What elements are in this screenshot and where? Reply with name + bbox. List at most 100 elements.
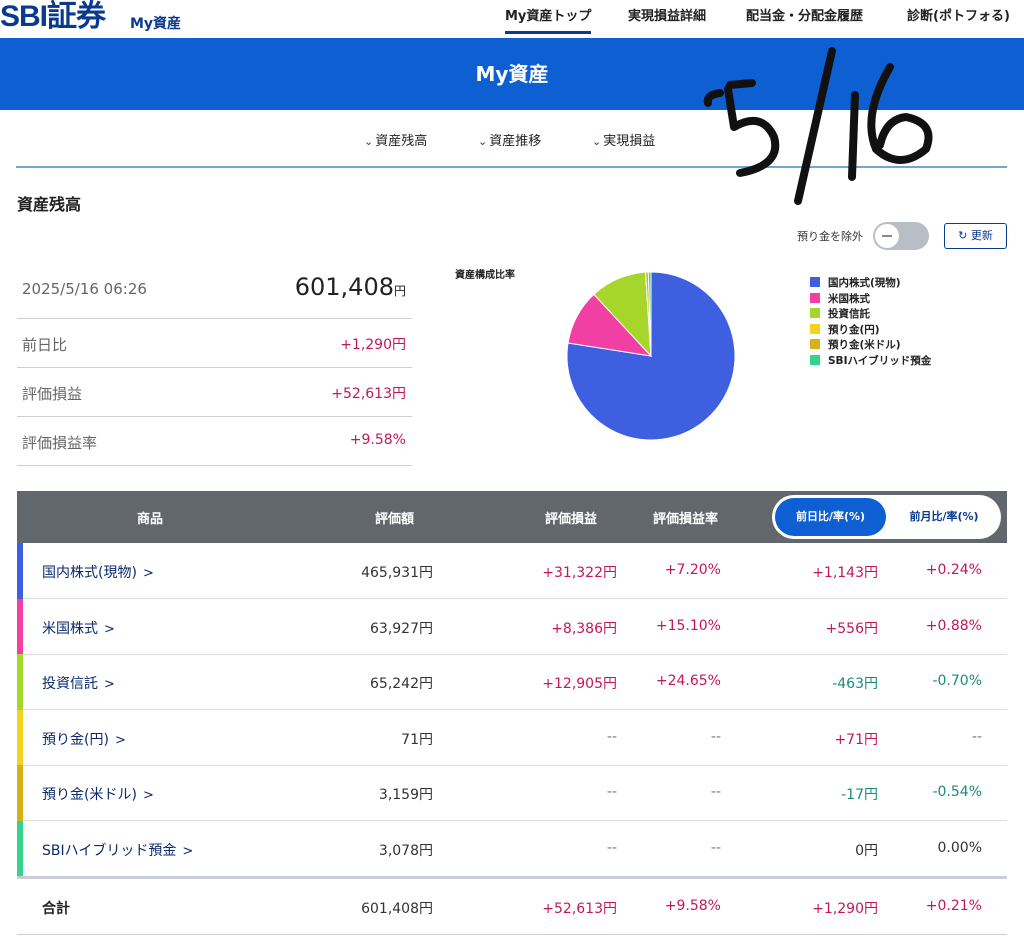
subnav-label: 資産残高 — [375, 134, 428, 149]
tab-month-change[interactable]: 前月比/率(%) — [890, 498, 998, 536]
unrealized-rate: +15.10% — [655, 618, 721, 634]
total-day-change-rate: +0.21% — [925, 898, 982, 914]
subnav-asset-balance[interactable]: ⌄ 資産残高 — [364, 130, 427, 149]
summary-datetime: 2025/5/16 06:26 — [22, 280, 147, 298]
market-value: 63,927円 — [370, 621, 433, 637]
product-link[interactable]: 預り金(米ドル) > — [42, 784, 154, 804]
chevron-right-icon: > — [104, 677, 115, 692]
table-row: 預り金(米ドル) >3,159円 -- -- -17円 -0.54% — [17, 765, 1007, 821]
refresh-icon: ↻ — [958, 229, 968, 242]
day-change-rate: -0.70% — [932, 673, 982, 689]
pie-chart-legend: 国内株式(現物) 米国株式 投資信託 預り金(円) 預り金(米ドル) SBIハイブリッド預… — [810, 276, 931, 370]
summary-value: +9.58% — [349, 432, 406, 448]
subnav-label: 資産推移 — [489, 134, 542, 149]
handwritten-date-note — [703, 47, 933, 205]
table-row: SBIハイブリッド預金 >3,078円 -- -- 0円 0.00% — [17, 821, 1007, 877]
legend-swatch — [810, 277, 820, 287]
header-market-value: 評価額 — [375, 512, 415, 527]
market-value: 3,159円 — [378, 787, 433, 803]
unrealized-rate: -- — [710, 784, 721, 800]
unrealized-rate: +7.20% — [664, 562, 721, 578]
day-change-rate: 0.00% — [937, 840, 982, 856]
subnav-asset-history[interactable]: ⌄ 資産推移 — [478, 130, 541, 149]
legend-swatch — [810, 292, 820, 303]
legend-item: 米国株式 — [810, 292, 931, 308]
chevron-down-icon: ⌄ — [364, 135, 374, 148]
product-link[interactable]: 投資信託 > — [42, 673, 115, 693]
day-change: -17円 — [841, 787, 878, 803]
pie-chart-title: 資産構成比率 — [455, 270, 515, 281]
legend-item: 国内株式(現物) — [810, 276, 931, 292]
total-asset-value: 601,408円 — [295, 273, 406, 301]
market-value: 465,931円 — [361, 565, 433, 581]
category-color-bar — [17, 765, 23, 821]
section-title: 資産残高 — [17, 195, 82, 214]
table-row: 米国株式 >63,927円 +8,386円 +15.10% +556円 +0.88% — [17, 599, 1007, 655]
legend-label: 国内株式(現物) — [828, 277, 901, 289]
nav-realized-pl-detail[interactable]: 実現損益詳細 — [628, 5, 706, 24]
chevron-right-icon: > — [104, 622, 115, 637]
refresh-button[interactable]: ↻ 更新 — [944, 223, 1007, 249]
product-name: 投資信託 — [42, 676, 98, 692]
product-link[interactable]: 米国株式 > — [42, 618, 115, 638]
product-name: 米国株式 — [42, 621, 98, 637]
change-period-toggle: 前日比/率(%) 前月比/率(%) — [772, 495, 1001, 539]
category-color-bar — [17, 654, 23, 710]
product-link[interactable]: SBIハイブリッド預金 > — [42, 840, 193, 860]
table-total-row: 合計 601,408円 +52,613円 +9.58% +1,290円 +0.2… — [17, 879, 1007, 935]
legend-item: SBIハイブリッド預金 — [810, 354, 931, 370]
day-change: +1,143円 — [812, 565, 878, 581]
market-value: 3,078円 — [378, 843, 433, 859]
unrealized-pl: -- — [606, 729, 617, 745]
table-row: 投資信託 >65,242円 +12,905円 +24.65% -463円 -0.70% — [17, 654, 1007, 710]
summary-label: 評価損益 — [22, 385, 83, 403]
unrealized-pl: +31,322円 — [542, 565, 617, 581]
sbi-logo[interactable]: SBI証券 — [0, 0, 106, 34]
total-day-change: +1,290円 — [812, 901, 878, 917]
total-unrealized-rate: +9.58% — [664, 898, 721, 914]
legend-label: 米国株式 — [828, 292, 870, 305]
nav-my-assets-top[interactable]: My資産トップ — [505, 5, 592, 34]
chevron-right-icon: > — [142, 788, 154, 803]
category-color-bar — [17, 543, 23, 599]
chevron-down-icon: ⌄ — [478, 135, 488, 148]
legend-label: 預り金(円) — [828, 323, 880, 336]
total-market-value: 601,408円 — [361, 901, 433, 917]
unrealized-rate: -- — [710, 729, 721, 745]
header-unrealized-pl: 評価損益 — [545, 512, 598, 527]
table-row: 預り金(円) >71円 -- -- +71円 -- — [17, 710, 1007, 766]
day-change-rate: +0.88% — [925, 618, 982, 634]
category-color-bar — [17, 599, 23, 655]
product-name: 預り金(米ドル) — [42, 787, 137, 803]
exclude-deposit-toggle[interactable] — [873, 222, 929, 250]
legend-item: 預り金(米ドル) — [810, 338, 931, 354]
summary-unrealized-rate-row: 評価損益率 +9.58% — [17, 417, 412, 466]
product-link[interactable]: 預り金(円) > — [42, 729, 126, 749]
day-change: 0円 — [855, 843, 878, 859]
chevron-right-icon: > — [142, 566, 154, 581]
refresh-label: 更新 — [970, 229, 993, 242]
product-name: 預り金(円) — [42, 732, 109, 748]
day-change-rate: -- — [971, 729, 982, 745]
chevron-down-icon: ⌄ — [592, 135, 602, 148]
table-row: 国内株式(現物) >465,931円 +31,322円 +7.20% +1,143円 +0… — [17, 543, 1007, 599]
header-product: 商品 — [137, 512, 164, 527]
market-value: 71円 — [401, 732, 433, 748]
header-unrealized-rate: 評価損益率 — [653, 512, 719, 527]
total-unit: 円 — [393, 284, 406, 298]
day-change: -463円 — [832, 676, 878, 692]
nav-dividend-history[interactable]: 配当金・分配金履歴 — [746, 5, 863, 24]
day-change: +71円 — [834, 732, 878, 748]
legend-item: 預り金(円) — [810, 323, 931, 339]
nav-diagnosis[interactable]: 診断(ポトフォる) — [907, 5, 1010, 24]
chevron-right-icon: > — [114, 733, 126, 748]
product-link[interactable]: 国内株式(現物) > — [42, 562, 154, 582]
legend-label: SBIハイブリッド預金 — [828, 354, 932, 367]
summary-total-row: 2025/5/16 06:26 601,408円 — [17, 262, 412, 319]
unrealized-rate: +24.65% — [655, 673, 721, 689]
tab-day-change[interactable]: 前日比/率(%) — [775, 498, 886, 536]
unrealized-rate: -- — [710, 840, 721, 856]
unrealized-pl: -- — [606, 784, 617, 800]
product-name: SBIハイブリッド預金 — [42, 843, 177, 859]
subnav-realized-pl[interactable]: ⌄ 実現損益 — [592, 130, 655, 149]
